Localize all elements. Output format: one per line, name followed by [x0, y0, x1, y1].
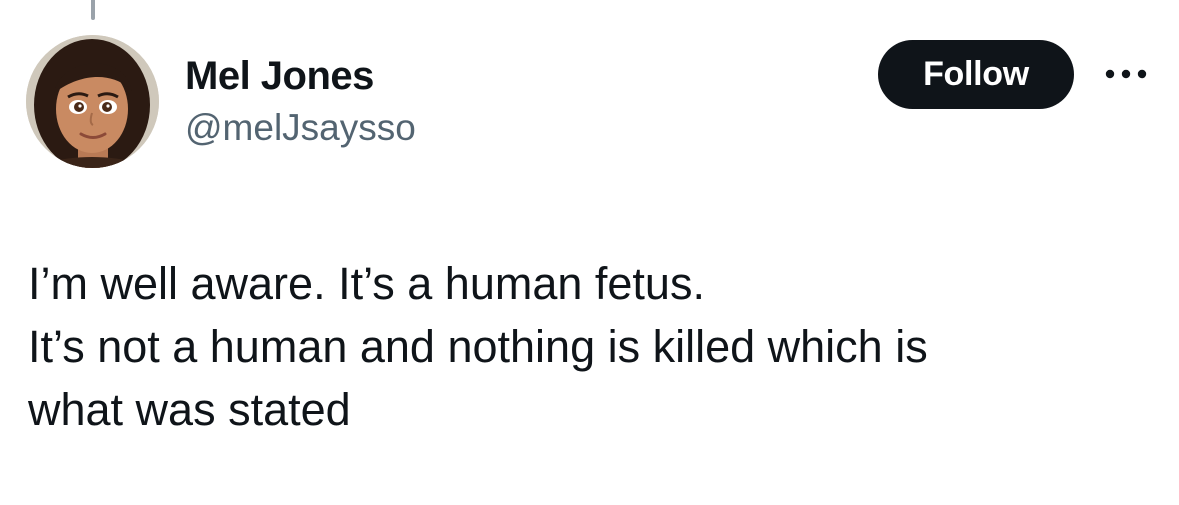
more-options-button[interactable]	[1098, 56, 1154, 92]
author-display-name[interactable]: Mel Jones	[185, 52, 374, 100]
author-handle[interactable]: @melJsaysso	[185, 106, 416, 150]
tweet-text: I’m well aware. It’s a human fetus. It’s…	[28, 252, 1148, 441]
follow-button[interactable]: Follow	[878, 40, 1074, 109]
thread-connector-line	[91, 0, 95, 20]
tweet-text-line: I’m well aware. It’s a human fetus.	[28, 258, 705, 309]
avatar[interactable]	[26, 35, 159, 168]
tweet-text-line: what was stated	[28, 384, 351, 435]
more-horizontal-icon	[1105, 69, 1147, 79]
tweet-text-line: It’s not a human and nothing is killed w…	[28, 321, 928, 372]
cartoon-girl-avatar-icon	[26, 35, 159, 168]
